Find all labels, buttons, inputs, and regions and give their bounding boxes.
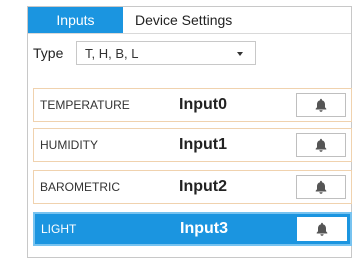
chevron-down-icon	[237, 52, 243, 56]
type-select[interactable]: T, H, B, L	[76, 41, 256, 65]
sensor-name: BAROMETRIC	[40, 180, 121, 194]
sensor-input: Input1	[179, 136, 227, 153]
sensor-row-light[interactable]: LIGHT Input3	[33, 212, 352, 246]
sensor-name: LIGHT	[41, 222, 77, 236]
sensor-row-barometric[interactable]: BAROMETRIC Input2	[33, 170, 352, 204]
type-label: Type	[33, 45, 64, 61]
sensor-input: Input3	[180, 220, 228, 237]
tab-inputs[interactable]: Inputs	[28, 7, 123, 33]
alarm-button[interactable]	[296, 133, 346, 157]
tab-bar: Inputs Device Settings	[28, 7, 351, 34]
sensor-row-temperature[interactable]: TEMPERATURE Input0	[33, 88, 352, 122]
type-row: Type T, H, B, L	[33, 40, 256, 66]
sensor-row-humidity[interactable]: HUMIDITY Input1	[33, 128, 352, 162]
sensor-name: TEMPERATURE	[40, 98, 130, 112]
sensor-input: Input0	[179, 96, 227, 113]
bell-icon	[315, 180, 327, 194]
alarm-button[interactable]	[296, 175, 346, 199]
bell-icon	[315, 138, 327, 152]
sensor-input: Input2	[179, 178, 227, 195]
bell-icon	[315, 98, 327, 112]
alarm-button[interactable]	[297, 217, 347, 241]
type-select-value: T, H, B, L	[85, 45, 139, 61]
bell-icon	[316, 222, 328, 236]
sensor-name: HUMIDITY	[40, 138, 98, 152]
alarm-button[interactable]	[296, 93, 346, 117]
tab-device-settings[interactable]: Device Settings	[123, 7, 232, 33]
